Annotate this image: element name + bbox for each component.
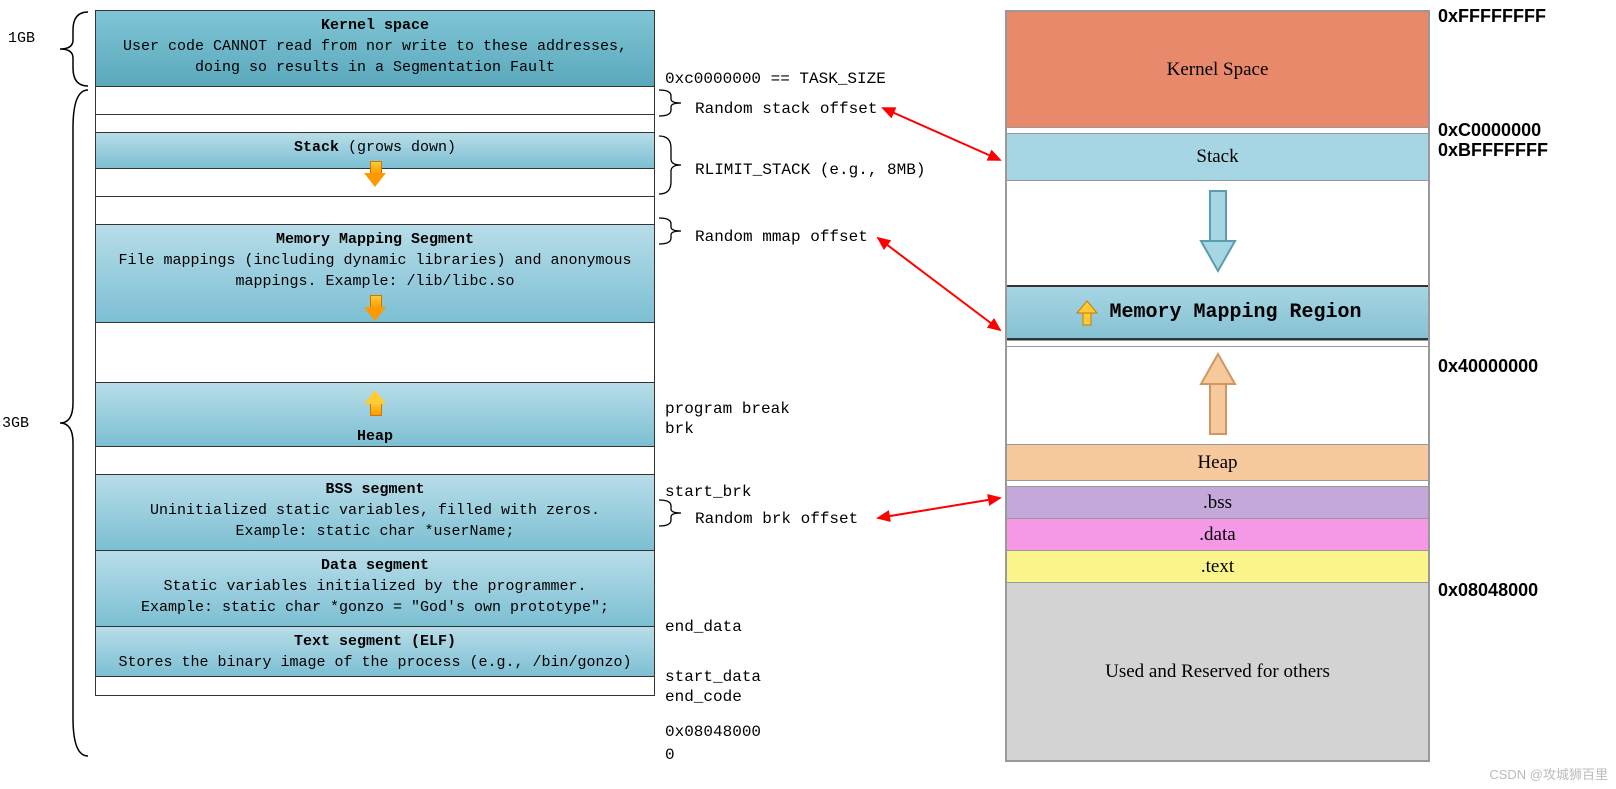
rseg-bss-label: .bss (1203, 492, 1232, 514)
rseg-gap1 (1007, 180, 1428, 285)
rseg-text: .text (1007, 550, 1428, 582)
seg-bss: BSS segment Uninitialized static variabl… (96, 475, 654, 551)
seg-data-desc2: Example: static char *gonzo = "God's own… (104, 597, 646, 618)
arrow-up-icon (364, 390, 386, 416)
red-arrow-stack (875, 100, 1010, 170)
seg-kernel-desc1: User code CANNOT read from nor write to … (104, 36, 646, 57)
left-memory-diagram: Kernel space User code CANNOT read from … (95, 10, 655, 696)
right-memory-diagram: Kernel Space Stack Memory Mapping Region… (1005, 10, 1430, 762)
red-arrow-mmap (870, 230, 1010, 340)
lbl-rand-stack: Random stack offset (695, 100, 877, 118)
seg-gap-1b (96, 115, 654, 133)
rseg-heap: Heap (1007, 444, 1428, 480)
rseg-stack: Stack (1007, 133, 1428, 180)
lbl-prog-break: program break (665, 400, 790, 418)
rseg-bss: .bss (1007, 486, 1428, 518)
arrow-down-icon (364, 295, 386, 321)
seg-stack-title: Stack (294, 139, 339, 156)
brace-mmap-offset (657, 216, 689, 246)
seg-kernel-desc2: doing so results in a Segmentation Fault (104, 57, 646, 78)
rseg-data: .data (1007, 518, 1428, 550)
seg-mmap-desc1: File mappings (including dynamic librari… (104, 250, 646, 271)
lbl-task-size: 0xc0000000 == TASK_SIZE (665, 70, 886, 88)
seg-heap-title: Heap (104, 426, 646, 447)
big-arrow-up-icon (1193, 349, 1243, 439)
seg-stack: Stack (grows down) (96, 133, 654, 169)
brace-rlimit (657, 134, 689, 196)
size-1gb: 1GB (8, 30, 35, 47)
rseg-mmap-label: Memory Mapping Region (1109, 301, 1361, 324)
seg-gap-stack-offset (96, 87, 654, 115)
seg-data: Data segment Static variables initialize… (96, 551, 654, 627)
rseg-reserved: Used and Reserved for others (1007, 582, 1428, 760)
rseg-gap2 (1007, 346, 1428, 444)
lbl-zero: 0 (665, 746, 675, 764)
lbl-end-data: end_data (665, 618, 742, 636)
red-arrow-brk (870, 490, 1010, 530)
seg-mmap-desc2: mappings. Example: /lib/libc.so (104, 271, 646, 292)
lbl-brk: brk (665, 420, 694, 438)
rseg-kernel: Kernel Space (1007, 12, 1428, 127)
rseg-mmap: Memory Mapping Region (1007, 285, 1428, 340)
seg-gap-brk-offset (96, 447, 654, 475)
seg-data-desc1: Static variables initialized by the prog… (104, 576, 646, 597)
seg-kernel: Kernel space User code CANNOT read from … (96, 11, 654, 87)
seg-bss-desc2: Example: static char *userName; (104, 521, 646, 542)
brace-brk-offset (657, 498, 689, 528)
seg-text-desc1: Stores the binary image of the process (… (104, 652, 646, 673)
seg-bss-title: BSS segment (104, 479, 646, 500)
brace-3gb (38, 88, 93, 758)
arrow-up-icon-small (1073, 299, 1101, 327)
lbl-rand-mmap: Random mmap offset (695, 228, 868, 246)
seg-heap: Heap (96, 383, 654, 447)
seg-bss-desc1: Uninitialized static variables, filled w… (104, 500, 646, 521)
seg-mmap-title: Memory Mapping Segment (104, 229, 646, 250)
lbl-rand-brk: Random brk offset (695, 510, 858, 528)
rseg-text-label: .text (1201, 556, 1234, 578)
addr-bfffffff: 0xBFFFFFFF (1438, 140, 1548, 161)
rseg-kernel-label: Kernel Space (1167, 59, 1269, 81)
rseg-reserved-label: Used and Reserved for others (1105, 661, 1330, 683)
seg-gap-bottom (96, 677, 654, 695)
rseg-stack-label: Stack (1196, 146, 1238, 168)
addr-08048000: 0x08048000 (1438, 580, 1538, 601)
seg-text: Text segment (ELF) Stores the binary ima… (96, 627, 654, 677)
rseg-data-label: .data (1199, 524, 1235, 546)
seg-data-title: Data segment (104, 555, 646, 576)
addr-40000000: 0x40000000 (1438, 356, 1538, 377)
lbl-addr-text: 0x08048000 (665, 723, 761, 741)
rseg-heap-label: Heap (1197, 452, 1237, 474)
seg-gap-mmap-offset (96, 197, 654, 225)
seg-gap-break (96, 323, 654, 383)
arrow-down-icon (364, 161, 386, 187)
size-3gb: 3GB (2, 415, 29, 432)
big-arrow-down-icon (1193, 186, 1243, 276)
brace-1gb (38, 10, 93, 88)
addr-ffffffff: 0xFFFFFFFF (1438, 6, 1546, 27)
addr-c0000000: 0xC0000000 (1438, 120, 1541, 141)
brace-stack-offset (657, 88, 689, 118)
seg-kernel-title: Kernel space (104, 15, 646, 36)
seg-text-title: Text segment (ELF) (104, 631, 646, 652)
lbl-end-code: end_code (665, 688, 742, 706)
lbl-start-data: start_data (665, 668, 761, 686)
seg-mmap: Memory Mapping Segment File mappings (in… (96, 225, 654, 323)
seg-stack-suffix: (grows down) (348, 139, 456, 156)
watermark: CSDN @攻城狮百里 (1489, 764, 1608, 783)
